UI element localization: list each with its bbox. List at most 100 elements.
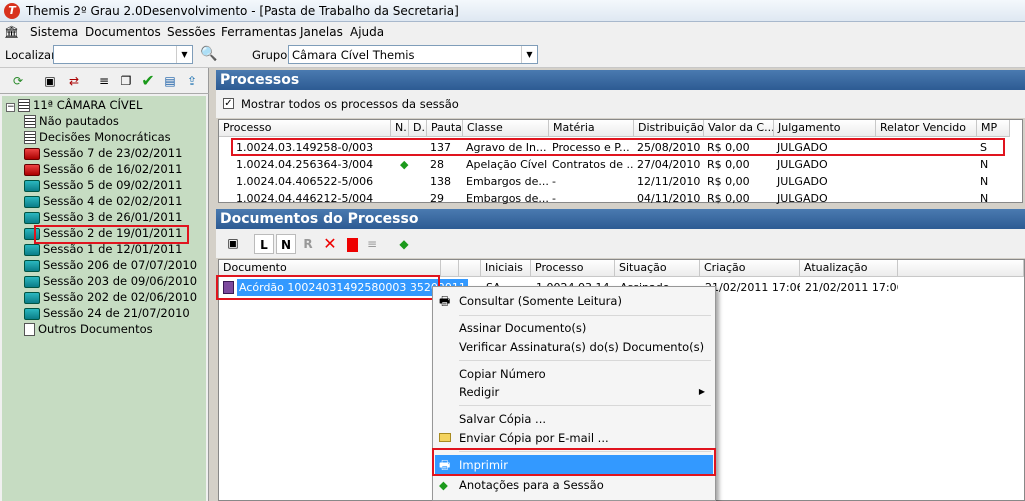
table-cell [409, 173, 427, 190]
menu-bar: 🏛 Sistema Documentos Sessões Ferramentas… [0, 22, 1025, 42]
tree-item[interactable]: Não pautados [24, 113, 119, 129]
check-icon[interactable]: ✔ [138, 71, 158, 91]
session-icon [24, 179, 40, 192]
col-situacao[interactable]: Situação [615, 260, 700, 277]
find-input[interactable]: ▼ [53, 45, 193, 64]
left-toolbar: ⟳ ▣ ⇄ ≡ ❐ ✔ ▤ ⇪ [0, 68, 209, 94]
menu-assinar[interactable]: Assinar Documento(s) [435, 318, 713, 338]
window-title: Themis 2º Grau 2.0Desenvolvimento - [Pas… [26, 4, 459, 18]
table-row[interactable]: 1.0024.04.446212-5/004 29 Embargos de... - 0… [219, 190, 1022, 207]
menu-redigir-label: Redigir [459, 385, 500, 399]
menu-verificar[interactable]: Verificar Assinatura(s) do(s) Documento(… [435, 337, 713, 357]
calendar-icon[interactable]: ▤ [160, 71, 180, 91]
note-icon[interactable]: ◆ [394, 234, 414, 254]
column-header[interactable]: Matéria [549, 120, 634, 137]
tree-item-label: Sessão 202 de 02/06/2010 [43, 290, 198, 304]
column-header[interactable]: D. [409, 120, 427, 137]
session-icon [24, 275, 40, 288]
tree-item[interactable]: Sessão 6 de 16/02/2011 [24, 161, 182, 177]
delete-icon[interactable]: ✕ [320, 234, 340, 254]
n-button[interactable]: N [276, 234, 296, 254]
move-icon[interactable]: ⇄ [64, 71, 84, 91]
table-cell [876, 190, 977, 207]
tree-item[interactable]: Decisões Monocráticas [24, 129, 171, 145]
menu-documentos[interactable]: Documentos [85, 25, 161, 39]
tree-item[interactable]: Sessão 5 de 09/02/2011 [24, 177, 182, 193]
column-header[interactable]: MP [977, 120, 1010, 137]
menu-sistema[interactable]: Sistema [30, 25, 78, 39]
chevron-down-icon[interactable]: ▼ [176, 46, 192, 63]
note-icon: ◆ [400, 158, 409, 171]
processos-grid: Processo N. D. Pauta Classe Matéria Distribuiç… [218, 119, 1023, 205]
table-cell: - [552, 192, 556, 205]
column-header[interactable]: Relator Vencido [876, 120, 977, 137]
column-header[interactable]: Valor da C... [704, 120, 774, 137]
tree-item[interactable]: Sessão 203 de 09/06/2010 [24, 273, 197, 289]
menu-anotacoes[interactable]: ◆ Anotações para a Sessão [435, 475, 713, 495]
tree-item-label: Sessão 6 de 16/02/2011 [43, 162, 183, 176]
menu-ferramentas[interactable]: Ferramentas [221, 25, 297, 39]
r-button[interactable]: R [298, 234, 318, 254]
menu-ajuda[interactable]: Ajuda [350, 25, 384, 39]
table-row[interactable]: 1.0024.04.406522-5/006 138 Embargos de... -… [219, 173, 1022, 190]
tree-item[interactable]: Sessão 4 de 02/02/2011 [24, 193, 182, 209]
column-header[interactable]: Julgamento [774, 120, 876, 137]
column-header[interactable]: N. [391, 120, 409, 137]
open-folder-icon[interactable]: ▣ [40, 71, 60, 91]
col-criacao[interactable]: Criação [700, 260, 800, 277]
tree-item-label: Sessão 24 de 21/07/2010 [43, 306, 190, 320]
menu-sessoes[interactable]: Sessões [167, 25, 215, 39]
group-label: Grupo: [252, 48, 292, 62]
tree-root[interactable]: − 11ª CÂMARA CÍVEL [6, 97, 142, 113]
stack-icon[interactable]: ≡ [94, 71, 114, 91]
refresh-icon[interactable]: ⟳ [8, 71, 28, 91]
tree-item[interactable]: Sessão 202 de 02/06/2010 [24, 289, 197, 305]
col-blank-1[interactable] [441, 260, 459, 277]
menu-consultar[interactable]: 🖶 Consultar (Somente Leitura) [435, 291, 713, 311]
copy-icon[interactable]: ❐ [116, 71, 136, 91]
tree-item[interactable]: Sessão 206 de 07/07/2010 [24, 257, 197, 273]
list-icon [24, 115, 36, 128]
chevron-down-icon[interactable]: ▼ [521, 46, 537, 63]
col-atualizacao[interactable]: Atualização [800, 260, 898, 277]
show-all-checkbox[interactable]: ✓ [223, 98, 234, 109]
tree-item[interactable]: Sessão 24 de 21/07/2010 [24, 305, 190, 321]
export-icon[interactable]: ⇪ [182, 71, 202, 91]
menu-salvar[interactable]: Salvar Cópia ... [435, 409, 713, 429]
tree-item[interactable]: Sessão 3 de 26/01/2011 [24, 209, 182, 225]
group-select[interactable]: Câmara Cível Themis ▼ [288, 45, 538, 64]
table-cell: 1.0024.04.256364-3/004 [236, 158, 374, 171]
column-header[interactable]: Distribuição [634, 120, 704, 137]
col-blank-2[interactable] [459, 260, 481, 277]
tree-item-label: Sessão 1 de 12/01/2011 [43, 242, 183, 256]
separator [459, 315, 711, 316]
table-cell: N [980, 158, 989, 171]
annotation-box-imprimir [432, 448, 716, 476]
session-red-icon [24, 163, 40, 176]
tree-item[interactable]: Outros Documentos [24, 321, 153, 337]
menu-copiar[interactable]: Copiar Número [435, 364, 713, 384]
table-cell: N [980, 192, 989, 205]
stack-gray-icon[interactable]: ≡ [362, 234, 382, 254]
l-button[interactable]: L [254, 234, 274, 254]
search-person-icon[interactable]: 🔍 [200, 46, 217, 62]
menu-enviar[interactable]: Enviar Cópia por E-mail ... [435, 428, 713, 448]
menu-redigir[interactable]: Redigir ▶ [435, 382, 713, 402]
menu-janelas[interactable]: Janelas [300, 25, 343, 39]
column-header[interactable]: Pauta [427, 120, 463, 137]
col-processo[interactable]: Processo [531, 260, 615, 277]
session-red-icon [24, 147, 40, 160]
column-header[interactable]: Processo [219, 120, 391, 137]
pdf-icon[interactable] [342, 234, 362, 254]
collapse-icon[interactable]: − [6, 103, 15, 112]
open-document-icon[interactable]: ▣ [223, 233, 243, 253]
table-cell: - [552, 175, 556, 188]
table-row[interactable]: 1.0024.04.256364-3/004 28 Apelação Cível Co… [219, 156, 1022, 173]
list-icon [18, 99, 30, 112]
tree-item[interactable]: Sessão 7 de 23/02/2011 [24, 145, 182, 161]
table-cell: R$ 0,00 [707, 175, 750, 188]
table-cell: R$ 0,00 [707, 192, 750, 205]
submenu-arrow-icon: ▶ [698, 387, 705, 396]
col-iniciais[interactable]: Iniciais [481, 260, 531, 277]
column-header[interactable]: Classe [463, 120, 549, 137]
